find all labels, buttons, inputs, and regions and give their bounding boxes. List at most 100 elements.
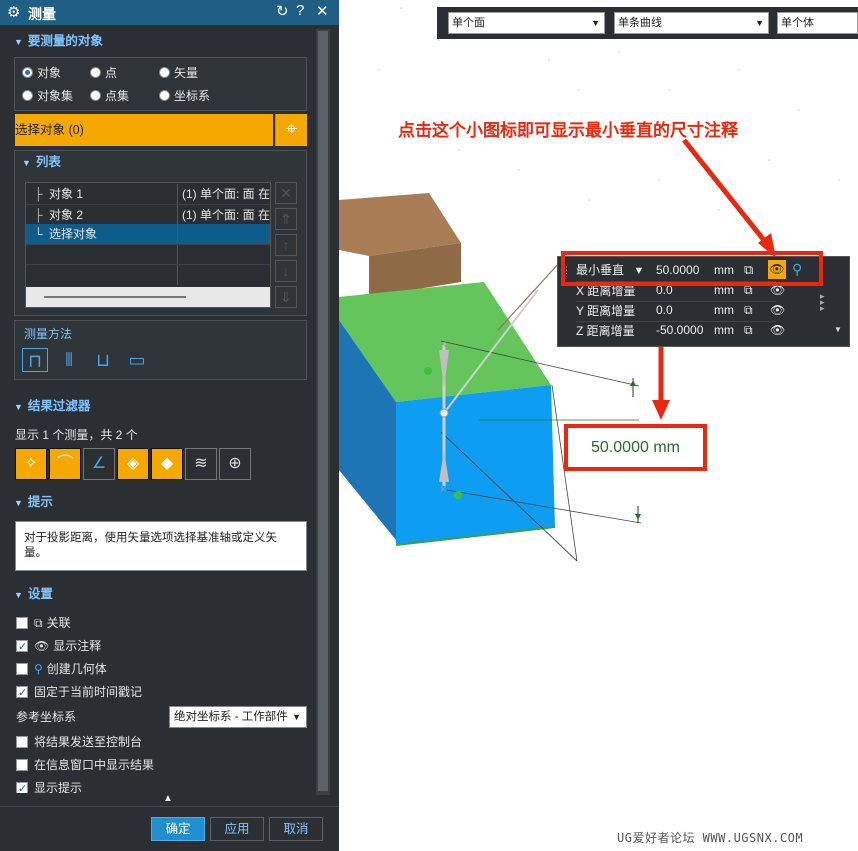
radio-point[interactable]: 点 <box>90 64 117 82</box>
length-method-icon[interactable]: ▭ <box>124 348 150 372</box>
dialog-footer: 确定 应用 取消 <box>0 806 339 851</box>
selection-filter-toolbar: 单个面 ▼ 单条曲线 ▼ 单个体 <box>437 7 858 39</box>
remove-icon[interactable]: ✕ <box>275 182 297 204</box>
expand-icon[interactable]: ▸ ▸ ▸ <box>820 292 825 313</box>
ref-csys-select[interactable]: 绝对坐标系 - 工作部件 ▼ <box>169 706 307 728</box>
point-marker-icon: × <box>439 484 447 495</box>
chevron-down-icon: ▼ <box>755 18 764 28</box>
ok-button[interactable]: 确定 <box>151 817 205 841</box>
method-label: 测量方法 <box>24 327 73 341</box>
settings-section-header[interactable]: ▼ 设置 <box>8 582 314 606</box>
dimension-midpoint <box>439 408 449 418</box>
move-up-icon[interactable]: ↑ <box>275 234 297 256</box>
add-filter-icon[interactable]: ⊕ <box>219 448 251 480</box>
scrollbar-thumb[interactable] <box>318 31 328 791</box>
measure-dialog: ⚙ 测量 ↻ ? ✕ ▼ 要测量的对象 对象 点 矢量 对象集 点集 坐标系 选择… <box>0 0 339 851</box>
chevron-down-icon[interactable]: ▼ <box>834 325 842 334</box>
fixed-timestamp-checkbox[interactable]: 固定于当前时间戳记 <box>16 683 142 702</box>
select-object-bar[interactable]: 选择对象 (0) <box>15 114 273 146</box>
radio-dot <box>22 90 33 101</box>
projected-distance-icon[interactable]: ⫴ <box>56 348 82 372</box>
body-filter-select[interactable]: 单个体 <box>777 12 858 34</box>
length-filter-icon[interactable]: ≋ <box>185 448 217 480</box>
collapse-arrow-icon: ▼ <box>14 498 23 508</box>
screen-distance-icon[interactable]: ⊔ <box>90 348 116 372</box>
help-icon[interactable]: ? <box>296 2 304 19</box>
dimension-arrow-head <box>652 400 670 420</box>
associative-icon[interactable]: ⧉ <box>744 321 753 340</box>
list-empty-row <box>26 264 270 285</box>
list-item[interactable]: ├ 对象 2 (1) 单个面: 面 在 <box>26 204 270 225</box>
apply-button[interactable]: 应用 <box>210 817 264 841</box>
extension-arrow-icon <box>630 380 636 386</box>
collapse-arrow-icon: ▼ <box>14 402 23 412</box>
distance-method-icon[interactable]: ⊓ <box>22 348 48 372</box>
collapse-arrow-icon: ▼ <box>14 37 23 47</box>
radio-dot <box>90 67 101 78</box>
objects-section-header[interactable]: ▼ 要测量的对象 <box>8 29 314 53</box>
radio-dot <box>90 90 101 101</box>
z-delta-unit: mm <box>714 323 734 337</box>
collapse-arrow-icon: ▼ <box>22 158 31 168</box>
list-section-header[interactable]: ▼ 列表 <box>16 150 296 174</box>
collapse-up-icon[interactable]: ▲ <box>163 793 173 804</box>
dimension-annotation: 50.0000 mm <box>564 424 707 471</box>
radio-dot <box>159 67 170 78</box>
dialog-title-bar: ⚙ 测量 ↻ ? ✕ <box>0 0 339 25</box>
scrollbar-thumb[interactable] <box>44 296 186 298</box>
highlight-frame <box>561 251 823 286</box>
create-geometry-checkbox[interactable]: ⚲ 创建几何体 <box>16 660 107 678</box>
hint-section-header[interactable]: ▼ 提示 <box>8 490 314 514</box>
eye-icon[interactable]: 👁 <box>770 321 785 340</box>
area-filter-icon[interactable]: ◈ <box>117 448 149 480</box>
radio-object-set[interactable]: 对象集 <box>22 87 73 105</box>
face-point-green <box>424 367 432 375</box>
associative-icon: ⧉ <box>34 616 43 630</box>
crosshair-icon[interactable]: ⌖ <box>275 114 307 146</box>
show-hint-checkbox[interactable]: 显示提示 <box>16 779 82 793</box>
geometry-icon: ⚲ <box>34 662 43 676</box>
radio-vector[interactable]: 矢量 <box>159 64 198 82</box>
volume-filter-icon[interactable]: ◆ <box>151 448 183 480</box>
leader-line-brown <box>497 261 561 331</box>
list-horizontal-scrollbar[interactable] <box>26 287 270 307</box>
face-point-green <box>454 491 462 499</box>
radio-point-set[interactable]: 点集 <box>90 87 129 105</box>
callout-arrow-line <box>682 138 769 246</box>
send-to-console-checkbox[interactable]: 将结果发送至控制台 <box>16 733 142 751</box>
y-delta-unit: mm <box>714 303 734 317</box>
associative-checkbox[interactable]: ⧉ 关联 <box>16 614 71 632</box>
reset-icon[interactable]: ↻ <box>276 2 289 20</box>
list-item[interactable]: ├ 对象 1 (1) 单个面: 面 在 <box>26 184 270 204</box>
cancel-button[interactable]: 取消 <box>269 817 323 841</box>
eye-icon[interactable]: 👁 <box>770 301 785 320</box>
arc-filter-icon[interactable]: ⌒ <box>49 448 81 480</box>
angle-filter-icon[interactable]: ∠ <box>83 448 115 480</box>
move-bottom-icon[interactable]: ⇓ <box>275 286 297 308</box>
ref-csys-label: 参考坐标系 <box>16 710 77 724</box>
object-list: ├ 对象 1 (1) 单个面: 面 在 ├ 对象 2 (1) 单个面: 面 在 … <box>25 182 271 308</box>
z-delta-value: -50.0000 <box>656 323 704 337</box>
distance-filter-icon[interactable]: ✧ <box>15 448 47 480</box>
move-top-icon[interactable]: ⇑ <box>275 208 297 230</box>
close-icon[interactable]: ✕ <box>316 2 329 20</box>
show-annotation-checkbox[interactable]: 👁显示注释 <box>16 637 101 656</box>
dialog-title: 测量 <box>28 6 56 22</box>
hint-text: 对于投影距离，使用矢量选项选择基准轴或定义矢量。 <box>15 521 307 571</box>
move-down-icon[interactable]: ↓ <box>275 260 297 282</box>
radio-csys[interactable]: 坐标系 <box>159 87 210 105</box>
face-filter-select[interactable]: 单个面 ▼ <box>448 12 605 34</box>
point-marker-icon: × <box>439 339 447 350</box>
list-item-selected[interactable]: └ 选择对象 <box>26 224 270 244</box>
radio-object[interactable]: 对象 <box>22 64 61 82</box>
associative-icon[interactable]: ⧉ <box>744 301 753 320</box>
panel-scrollbar[interactable] <box>316 29 330 795</box>
chevron-down-icon: ▼ <box>591 18 600 28</box>
radio-dot <box>22 67 33 78</box>
radio-dot <box>159 90 170 101</box>
watermark: UG爱好者论坛 WWW.UGSNX.COM <box>617 831 804 845</box>
gear-icon: ⚙ <box>7 4 21 21</box>
filter-section-header[interactable]: ▼ 结果过滤器 <box>8 394 314 418</box>
curve-filter-select[interactable]: 单条曲线 ▼ <box>614 12 769 34</box>
show-in-info-window-checkbox[interactable]: 在信息窗口中显示结果 <box>16 756 154 774</box>
